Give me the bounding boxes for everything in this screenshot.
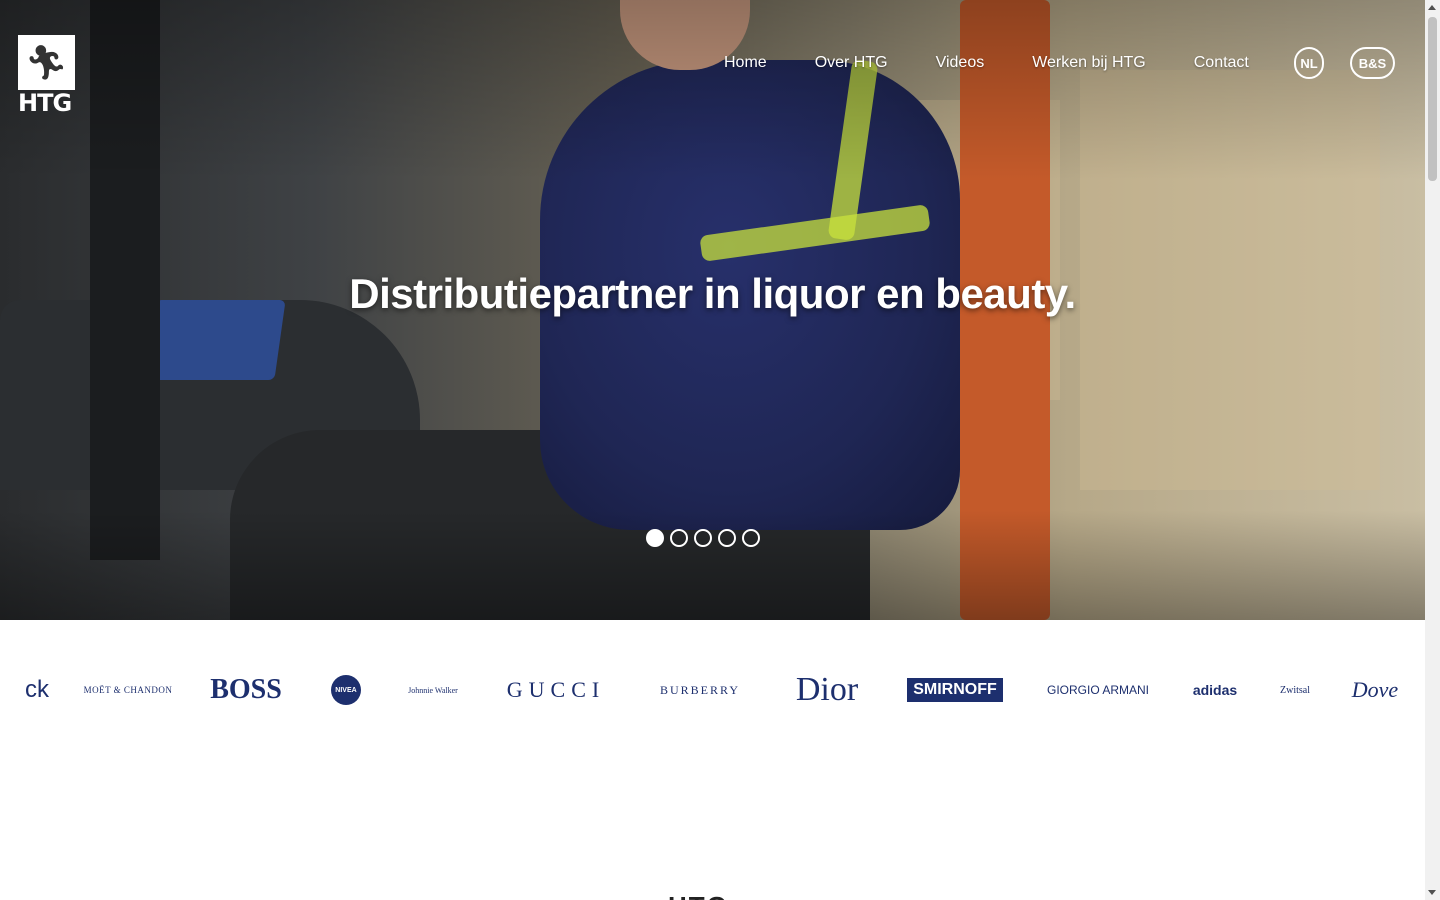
hero-floor-shade (0, 510, 1425, 620)
carousel-dot-3[interactable] (694, 529, 712, 547)
site-logo[interactable]: 🏃︎ HTG (18, 35, 76, 117)
brand-logo-dove: Dove (1351, 677, 1399, 702)
nav-contact[interactable]: Contact (1194, 54, 1249, 72)
runner-icon: 🏃︎ (24, 43, 69, 82)
carousel-dot-2[interactable] (670, 529, 688, 547)
brand-logos-strip: ck MOËT & CHANDON BOSS NIVEA Johnnie Wal… (0, 662, 1425, 718)
nav-werken-bij-htg[interactable]: Werken bij HTG (1032, 54, 1146, 72)
language-switch-button[interactable]: NL (1294, 47, 1324, 79)
brand-logo-johnnie-walker: Johnnie Walker (408, 685, 458, 695)
hero-top-shade (0, 0, 1425, 180)
section-heading-peek: HTG (668, 893, 752, 900)
scroll-down-arrow-icon[interactable] (1428, 890, 1436, 895)
brand-logo-moet-chandon: MOËT & CHANDON (83, 685, 173, 695)
brand-logo-ck: ck (25, 676, 49, 703)
brand-logo-gucci: GUCCI (506, 677, 606, 702)
brand-logo-nivea: NIVEA (330, 662, 362, 718)
carousel-dots (646, 529, 760, 547)
brand-logo-dior: Dior (795, 671, 859, 708)
nav-over-htg[interactable]: Over HTG (815, 54, 888, 72)
brand-logo-boss: BOSS (210, 674, 282, 705)
brand-logo-giorgio-armani: GIORGIO ARMANI (1046, 683, 1149, 697)
logo-text: HTG (18, 89, 72, 117)
logo-box: 🏃︎ (18, 35, 75, 90)
scrollbar-thumb[interactable] (1428, 17, 1437, 181)
carousel-dot-5[interactable] (742, 529, 760, 547)
carousel-dot-4[interactable] (718, 529, 736, 547)
brand-logo-smirnoff-text: SMIRNOFF (907, 678, 1003, 702)
nav-videos[interactable]: Videos (936, 54, 985, 72)
page-scrollbar[interactable] (1425, 0, 1440, 900)
bs-button[interactable]: B&S (1350, 47, 1395, 79)
carousel-dot-1[interactable] (646, 529, 664, 547)
nav-home[interactable]: Home (724, 54, 767, 72)
scroll-up-arrow-icon[interactable] (1428, 5, 1436, 10)
hero-headline: Distributiepartner in liquor en beauty. (349, 270, 1076, 317)
brand-logo-burberry: BURBERRY (659, 682, 741, 697)
brand-logo-zwitsal: Zwitsal (1280, 684, 1310, 696)
brand-logo-adidas: adidas (1192, 682, 1238, 698)
brand-logo-nivea-text: NIVEA (331, 675, 361, 705)
main-nav: Home Over HTG Videos Werken bij HTG Cont… (700, 44, 1273, 82)
brand-logo-smirnoff: SMIRNOFF (904, 662, 1006, 718)
